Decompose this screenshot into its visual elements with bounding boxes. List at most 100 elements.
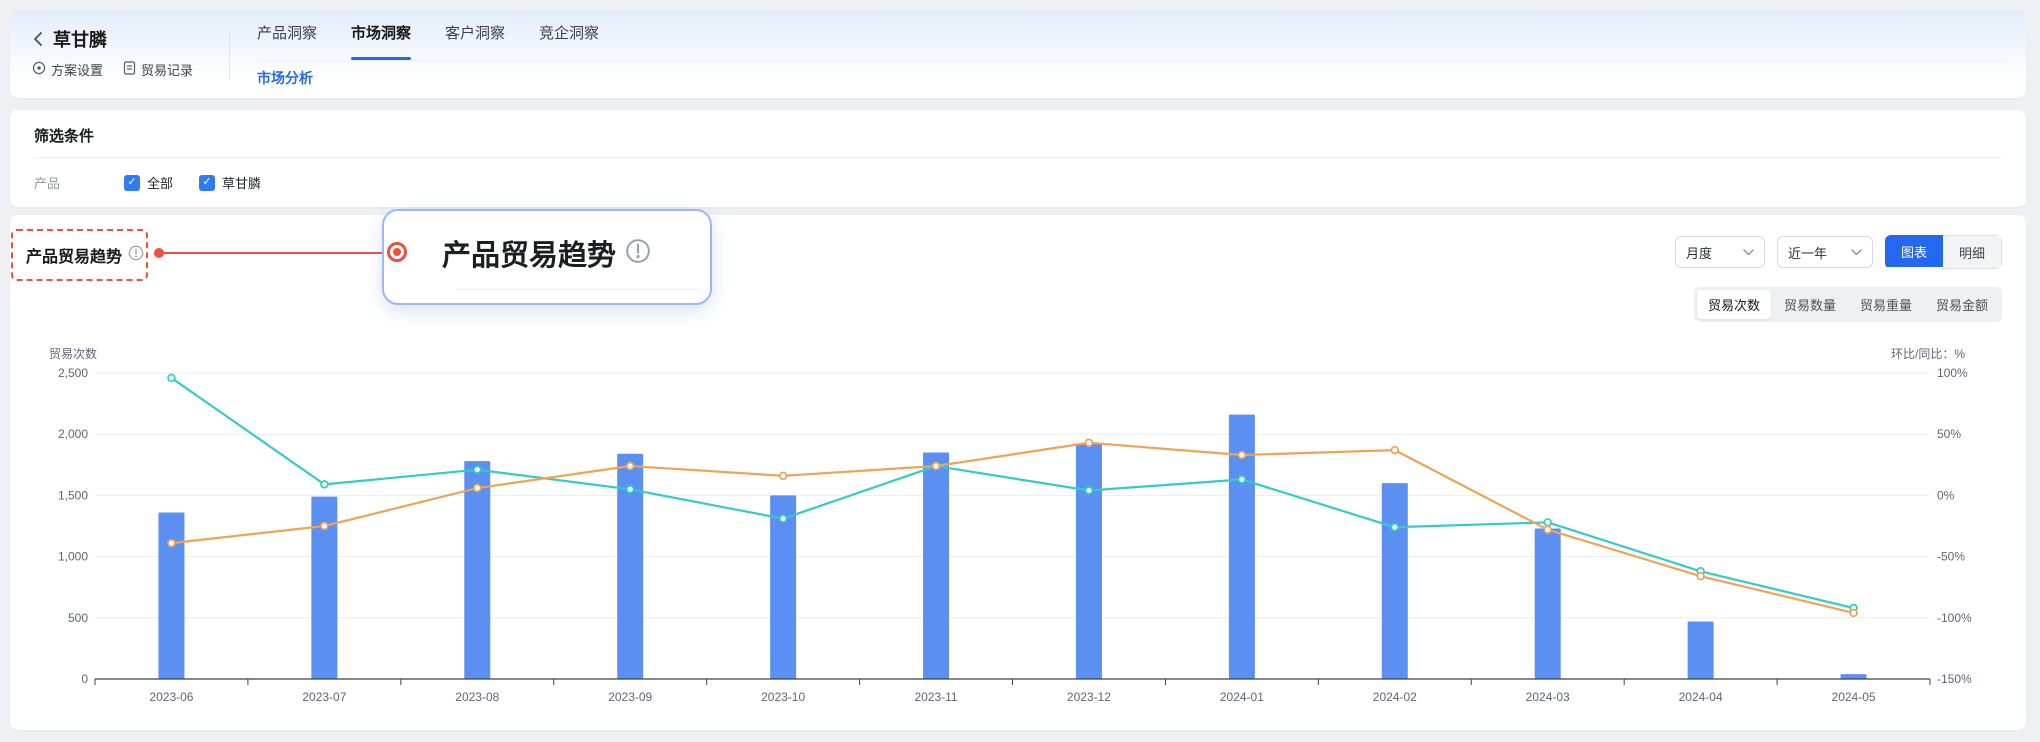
svg-text:500: 500 (68, 611, 88, 625)
callout-divider (456, 289, 700, 290)
ratio-line-orange-point-2024-05[interactable] (1850, 610, 1857, 617)
tabs-divider (257, 60, 2006, 61)
header-tabs: 产品洞察市场洞察客户洞察竞企洞察 (257, 22, 599, 57)
document-icon (123, 61, 136, 78)
filter-row: 产品 ✓全部✓草甘膦 (34, 173, 261, 192)
bar-2023-10[interactable] (770, 495, 796, 679)
bar-2023-12[interactable] (1076, 444, 1102, 679)
ratio-line-teal-point-2023-07[interactable] (321, 481, 328, 488)
svg-text:0: 0 (81, 672, 88, 686)
svg-text:贸易次数: 贸易次数 (49, 346, 97, 361)
tab-market-insight[interactable]: 市场洞察 (351, 22, 411, 57)
bar-2024-04[interactable] (1688, 621, 1714, 679)
svg-text:2023-12: 2023-12 (1067, 690, 1111, 704)
svg-text:2023-08: 2023-08 (455, 690, 499, 704)
ratio-line-orange-point-2023-11[interactable] (933, 463, 940, 470)
ratio-line-teal-point-2023-12[interactable] (1086, 487, 1093, 494)
ratio-line-teal-point-2023-10[interactable] (780, 515, 787, 522)
ratio-line-teal-point-2023-09[interactable] (627, 486, 634, 493)
ratio-line-teal-point-2024-03[interactable] (1544, 519, 1551, 526)
ratio-line-orange-point-2023-08[interactable] (474, 485, 481, 492)
ratio-line-orange-point-2023-10[interactable] (780, 472, 787, 479)
vertical-divider (229, 28, 230, 80)
svg-text:2024-03: 2024-03 (1526, 690, 1570, 704)
chart-controls: 月度 近一年 图表明细 (1675, 235, 2002, 269)
svg-text:-150%: -150% (1937, 672, 1972, 686)
svg-text:2023-09: 2023-09 (608, 690, 652, 704)
metric-tab-trade-count[interactable]: 贸易次数 (1697, 290, 1771, 319)
metric-tab-trade-quantity[interactable]: 贸易数量 (1773, 290, 1847, 319)
detail-view-button[interactable]: 明细 (1943, 235, 2002, 269)
target-icon (32, 61, 46, 78)
ratio-line-orange-point-2024-03[interactable] (1544, 526, 1551, 533)
svg-text:2023-10: 2023-10 (761, 690, 805, 704)
header-card: 草甘膦 方案设置 贸易记录 产品洞察市场洞察客户洞察竞企洞察 市场分析 (10, 10, 2026, 98)
tab-product-insight[interactable]: 产品洞察 (257, 22, 317, 57)
tab-competitor-insight[interactable]: 竞企洞察 (539, 22, 599, 57)
ratio-line-orange-point-2023-06[interactable] (168, 540, 175, 547)
annotation-connector-line (160, 252, 392, 254)
metric-tab-trade-weight[interactable]: 贸易重量 (1849, 290, 1923, 319)
ratio-line-orange-point-2024-02[interactable] (1391, 447, 1398, 454)
option-glyphosate[interactable]: ✓草甘膦 (199, 173, 261, 192)
metric-tabs: 贸易次数贸易数量贸易重量贸易金额 (1694, 287, 2002, 322)
ratio-line-teal-point-2023-08[interactable] (474, 466, 481, 473)
bar-2024-02[interactable] (1382, 483, 1408, 679)
chart-view-button[interactable]: 图表 (1885, 235, 1943, 267)
info-icon-large (625, 238, 651, 269)
action-plan-settings[interactable]: 方案设置 (32, 60, 103, 79)
period-select[interactable]: 月度 (1675, 236, 1765, 268)
bar-2023-11[interactable] (923, 453, 949, 679)
ratio-line-orange-point-2023-12[interactable] (1086, 439, 1093, 446)
view-toggle: 图表明细 (1885, 235, 2002, 269)
range-select[interactable]: 近一年 (1777, 236, 1873, 268)
bar-2023-06[interactable] (158, 513, 184, 679)
option-all[interactable]: ✓全部 (124, 173, 173, 192)
ratio-line-teal-point-2024-01[interactable] (1238, 476, 1245, 483)
title-row: 草甘膦 (32, 26, 107, 52)
chevron-down-icon (1851, 249, 1862, 256)
header-actions: 方案设置 贸易记录 (32, 60, 193, 79)
svg-text:2024-02: 2024-02 (1373, 690, 1417, 704)
checkbox-glyphosate[interactable]: ✓ (199, 175, 215, 191)
callout-title: 产品贸易趋势 (442, 232, 616, 274)
section-title: 产品贸易趋势 (26, 243, 122, 267)
svg-text:1,500: 1,500 (58, 488, 88, 502)
ratio-line-teal (171, 378, 1853, 608)
svg-text:1,000: 1,000 (58, 550, 88, 564)
metric-tab-trade-amount[interactable]: 贸易金额 (1925, 290, 1999, 319)
ratio-line-orange-point-2023-09[interactable] (627, 463, 634, 470)
svg-text:2023-11: 2023-11 (914, 690, 957, 704)
svg-text:-50%: -50% (1937, 550, 1965, 564)
svg-text:环比/同比：%: 环比/同比：% (1891, 347, 1965, 361)
svg-text:2023-06: 2023-06 (149, 690, 193, 704)
svg-text:50%: 50% (1937, 427, 1961, 441)
back-chevron-icon[interactable] (32, 31, 44, 47)
action-trade-records[interactable]: 贸易记录 (123, 60, 193, 79)
bar-2024-05[interactable] (1841, 674, 1867, 679)
svg-text:2,500: 2,500 (58, 366, 88, 380)
ratio-line-teal-point-2023-06[interactable] (168, 374, 175, 381)
page-title: 草甘膦 (53, 26, 107, 52)
svg-text:100%: 100% (1937, 366, 1968, 380)
svg-text:2024-05: 2024-05 (1832, 690, 1876, 704)
callout-content: 产品贸易趋势 (442, 211, 651, 295)
info-icon[interactable] (128, 245, 144, 266)
chart-svg: 贸易次数环比/同比：%2,500100%2,00050%1,5000%1,000… (40, 330, 2000, 715)
subtab-market-analysis[interactable]: 市场分析 (257, 68, 313, 88)
ratio-line-orange-point-2023-07[interactable] (321, 523, 328, 530)
filter-card: 筛选条件 产品 ✓全部✓草甘膦 (10, 110, 2026, 207)
bar-2023-08[interactable] (464, 461, 490, 679)
checkbox-all[interactable]: ✓ (124, 175, 140, 191)
ratio-line-orange-point-2024-04[interactable] (1697, 573, 1704, 580)
svg-text:2024-01: 2024-01 (1220, 690, 1264, 704)
annotation-ring-marker (387, 242, 407, 262)
product-options: ✓全部 ✓草甘膦 (124, 173, 261, 192)
trend-chart: 贸易次数环比/同比：%2,500100%2,00050%1,5000%1,000… (40, 330, 2000, 715)
tab-customer-insight[interactable]: 客户洞察 (445, 22, 505, 57)
bar-2024-03[interactable] (1535, 528, 1561, 679)
ratio-line-orange-point-2024-01[interactable] (1238, 452, 1245, 459)
svg-text:-100%: -100% (1937, 611, 1972, 625)
svg-text:2023-07: 2023-07 (302, 690, 346, 704)
ratio-line-teal-point-2024-02[interactable] (1391, 524, 1398, 531)
